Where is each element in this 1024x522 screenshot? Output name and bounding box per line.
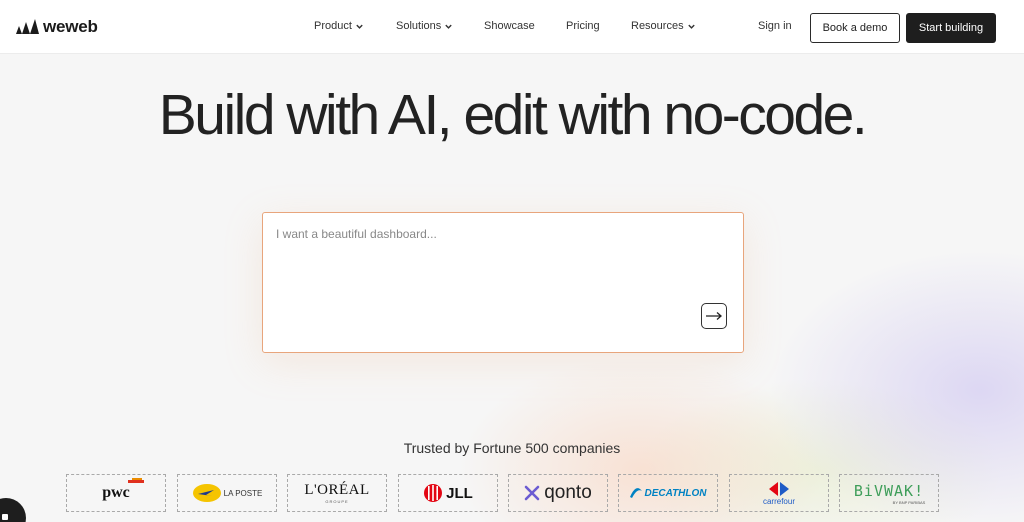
submit-prompt-button[interactable] xyxy=(701,303,727,329)
nav-resources-label: Resources xyxy=(631,20,684,32)
logo-carrefour: carrefour xyxy=(729,474,829,512)
nav-pricing[interactable]: Pricing xyxy=(566,20,600,32)
nav-showcase-label: Showcase xyxy=(484,20,535,32)
logo-la-poste: LA POSTE xyxy=(177,474,277,512)
chat-icon xyxy=(2,514,8,520)
logo-pwc: pwc xyxy=(66,474,166,512)
carrefour-icon xyxy=(769,481,789,496)
pwc-logo: pwc xyxy=(102,478,145,502)
nav-resources[interactable]: Resources xyxy=(631,20,696,32)
weweb-logo-icon xyxy=(16,19,39,34)
nav-product[interactable]: Product xyxy=(314,20,364,32)
nav-solutions[interactable]: Solutions xyxy=(396,20,453,32)
nav-product-label: Product xyxy=(314,20,352,32)
qonto-x-icon xyxy=(524,485,540,501)
chevron-down-icon xyxy=(356,24,363,29)
nav-pricing-label: Pricing xyxy=(566,20,600,32)
logo-qonto: qonto xyxy=(508,474,608,512)
logo-jll: JLL xyxy=(398,474,498,512)
decathlon-swirl-icon xyxy=(630,488,643,498)
start-building-button[interactable]: Start building xyxy=(906,13,996,43)
brand-name: weweb xyxy=(43,17,98,36)
book-demo-button[interactable]: Book a demo xyxy=(810,13,900,43)
logo-loreal: L'ORÉAL GROUPE xyxy=(287,474,387,512)
arrow-right-icon xyxy=(706,312,722,320)
prompt-input[interactable] xyxy=(276,227,726,307)
top-navbar: weweb Product Solutions Showcase Pricing… xyxy=(0,0,1024,54)
prompt-box xyxy=(262,212,744,353)
pwc-mark-icon xyxy=(128,478,145,483)
nav-showcase[interactable]: Showcase xyxy=(484,20,535,32)
nav-solutions-label: Solutions xyxy=(396,20,442,32)
logo-bivwak: BiVWAK! BY BNP PARIBAS xyxy=(839,474,939,512)
trusted-heading: Trusted by Fortune 500 companies xyxy=(403,440,621,456)
chevron-down-icon xyxy=(445,24,452,29)
chat-widget-button[interactable] xyxy=(0,498,26,522)
jll-globe-icon xyxy=(424,484,443,502)
la-poste-bird-icon xyxy=(192,484,221,502)
sign-in-link[interactable]: Sign in xyxy=(758,20,792,32)
brand-logo[interactable]: weweb xyxy=(15,17,98,37)
chevron-down-icon xyxy=(687,24,695,29)
logo-decathlon: DECATHLON xyxy=(618,474,718,512)
hero-title: Build with AI, edit with no-code. xyxy=(158,83,868,147)
